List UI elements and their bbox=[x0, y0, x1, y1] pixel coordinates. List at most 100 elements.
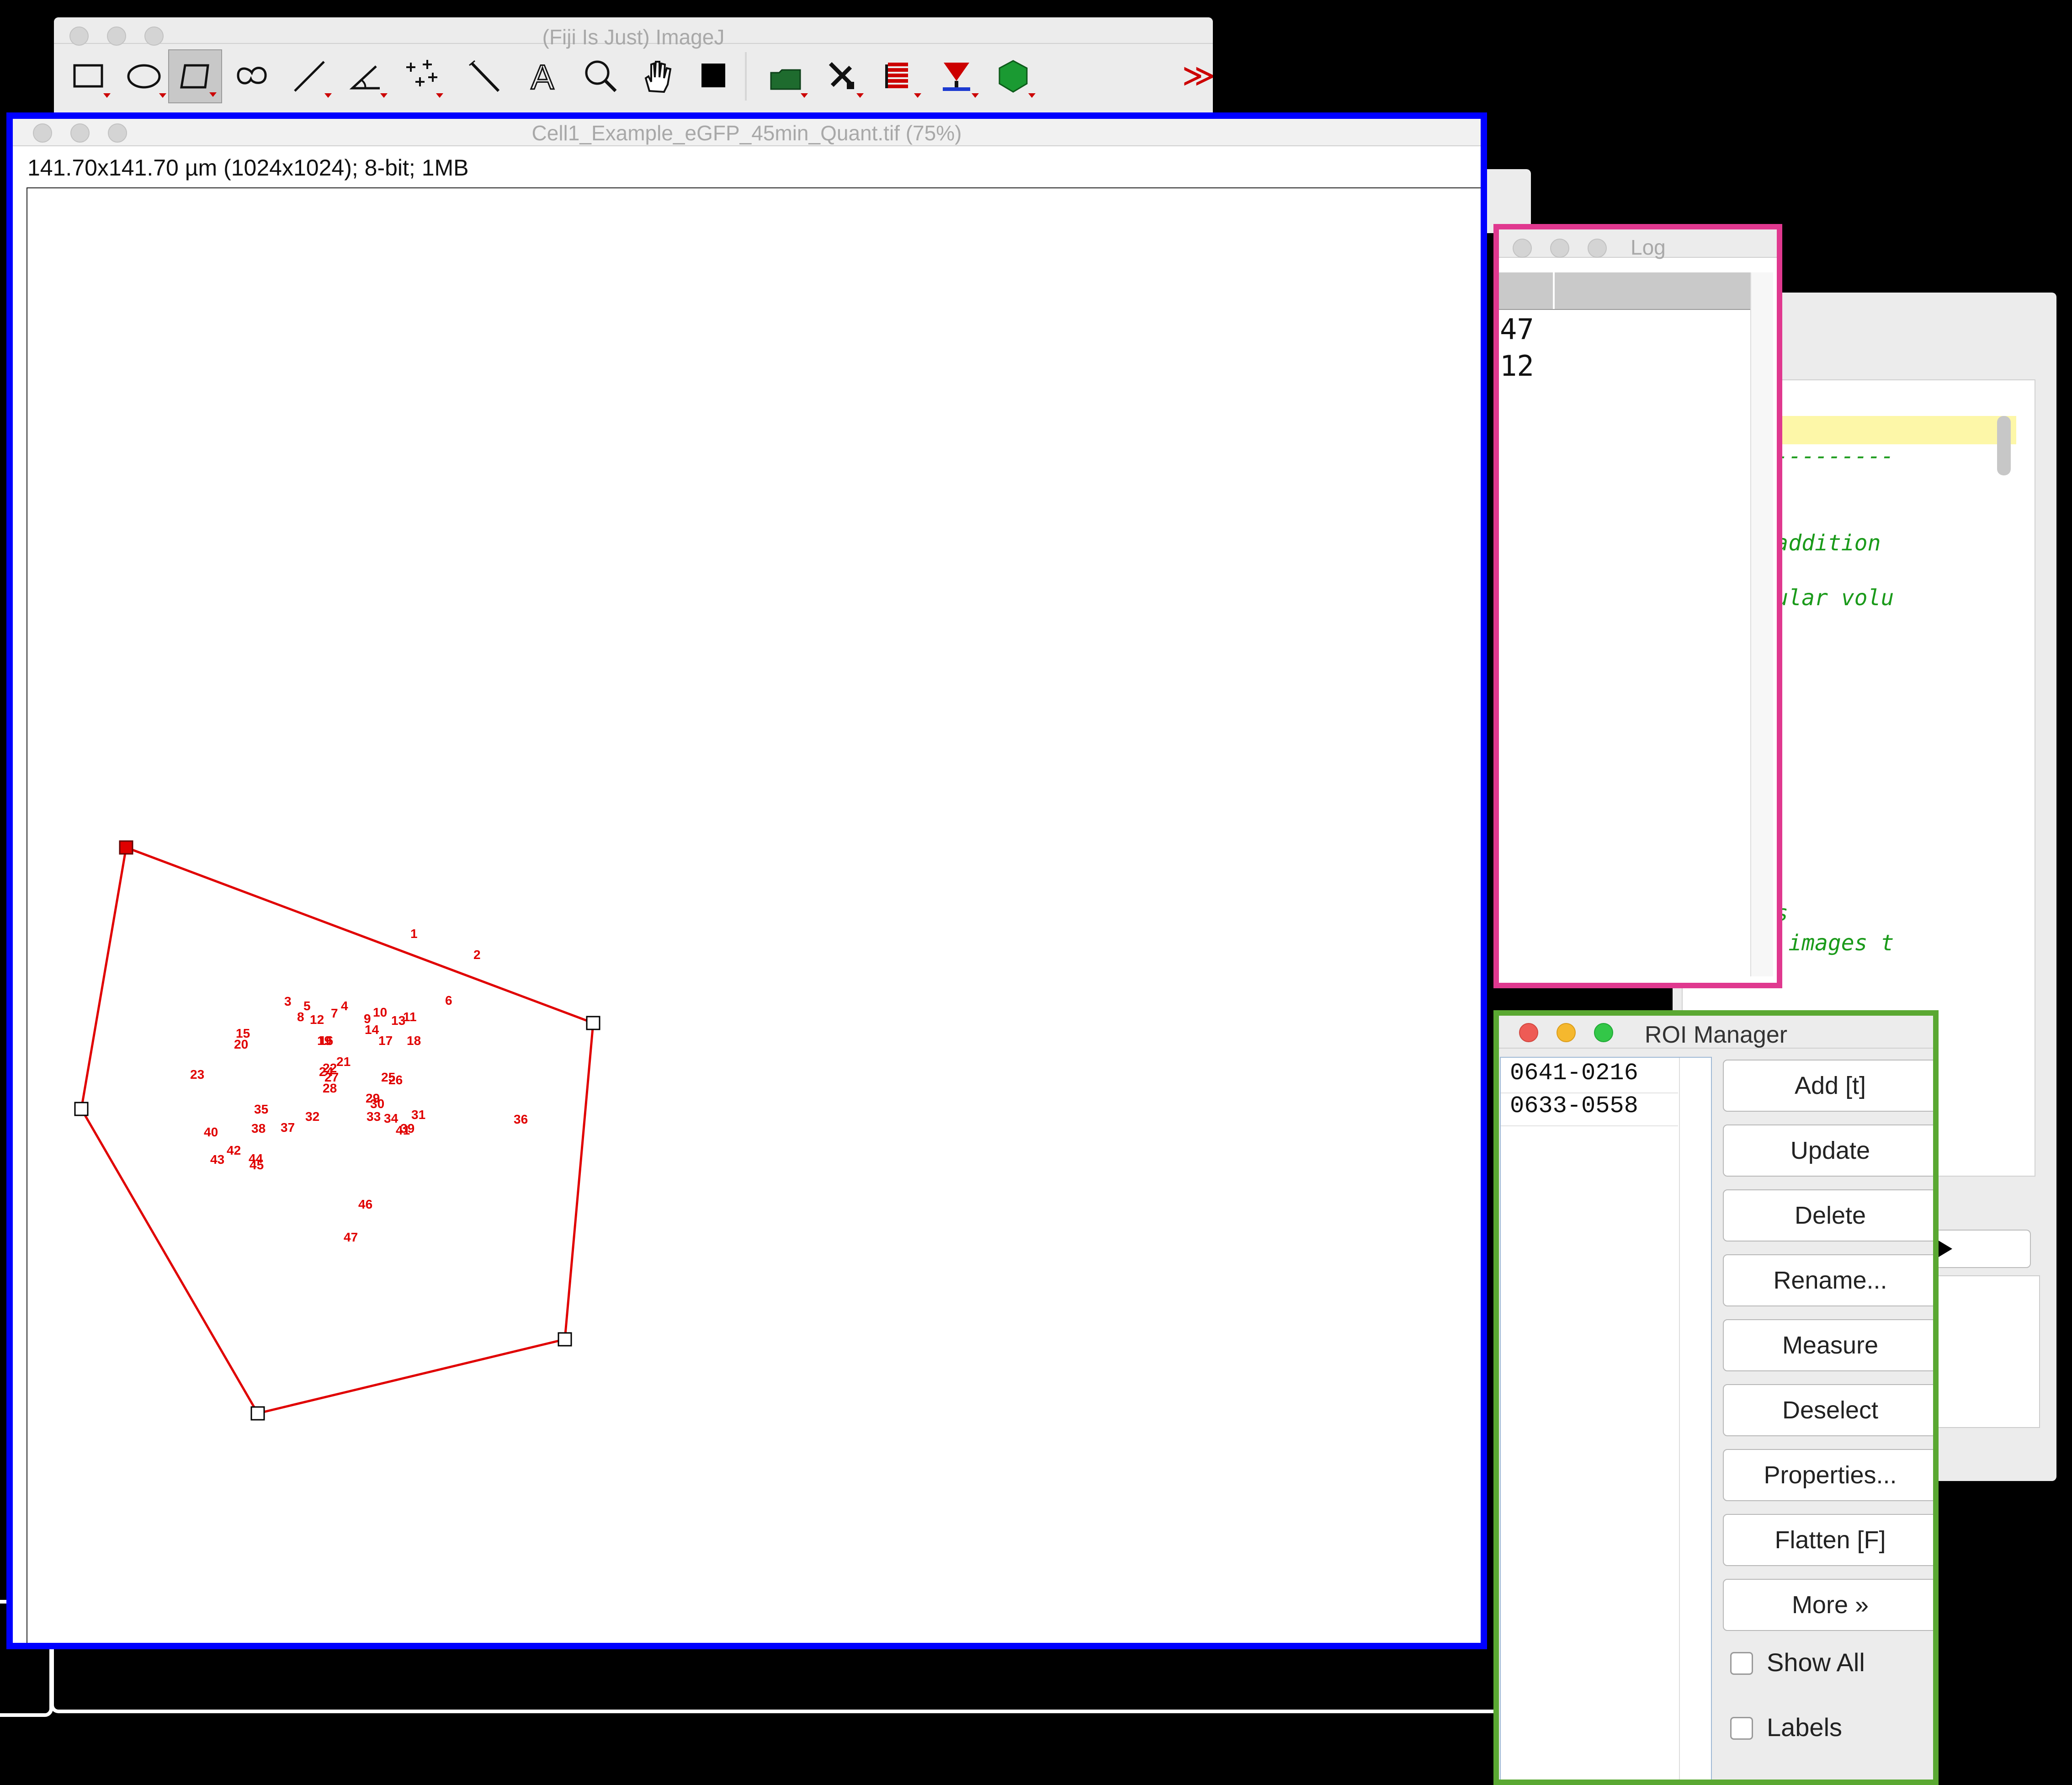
oval-tool-button[interactable] bbox=[117, 49, 171, 103]
wand-tool-button[interactable] bbox=[458, 49, 512, 103]
point-label: 30 bbox=[370, 1097, 384, 1111]
point-label: 35 bbox=[254, 1102, 268, 1116]
polygon-tool-button[interactable] bbox=[168, 49, 222, 103]
roi-handle[interactable] bbox=[586, 1016, 600, 1030]
rename-button[interactable]: Rename... bbox=[1723, 1254, 1933, 1306]
angle-tool-button[interactable] bbox=[338, 49, 392, 103]
hand-tool-icon bbox=[644, 61, 672, 93]
dropdown-arrow-icon bbox=[801, 93, 808, 98]
stack-tools-button[interactable] bbox=[872, 49, 926, 103]
dropdown-arrow-icon bbox=[1028, 93, 1036, 98]
text-tool-button[interactable]: A bbox=[515, 49, 569, 103]
point-label: 47 bbox=[344, 1230, 358, 1244]
close-button-inactive[interactable] bbox=[1513, 239, 1532, 258]
polygon-roi[interactable] bbox=[80, 846, 595, 1415]
developer-tools-button[interactable] bbox=[814, 49, 868, 103]
3d-viewer-button[interactable] bbox=[986, 49, 1040, 103]
image-window-titlebar: Cell1_Example_eGFP_45min_Quant.tif (75%) bbox=[13, 119, 1481, 146]
point-label: 33 bbox=[367, 1109, 381, 1124]
deselect-button[interactable]: Deselect bbox=[1723, 1384, 1933, 1436]
oval-tool-icon bbox=[127, 64, 161, 89]
roi-handle[interactable] bbox=[558, 1332, 572, 1347]
measure-button[interactable]: Measure bbox=[1723, 1319, 1933, 1371]
more-tools-icon: ≫ bbox=[1182, 57, 1213, 94]
image-canvas[interactable]: 1 2 3 4 5 6 7 8 9 10 11 12 13 14 15 16 17 18 19 20 21 22 23 24 2… bbox=[27, 187, 1487, 1649]
point-label: 13 bbox=[391, 1013, 405, 1028]
point-label: 21 bbox=[336, 1055, 351, 1069]
roi-overlay[interactable]: 123 45 678 9 10 1112 13141516 17 181920212223 24 2… bbox=[27, 188, 1487, 1649]
lut-tools-icon bbox=[943, 63, 970, 91]
add-button[interactable]: Add [t] bbox=[1723, 1060, 1933, 1112]
point-label: 2 bbox=[473, 948, 481, 962]
show-all-checkbox[interactable] bbox=[1730, 1652, 1753, 1675]
zoom-button-inactive[interactable] bbox=[1588, 239, 1607, 258]
point-labels-group: 123 45 678 9 10 1112 13141516 17 181920212223 24 2… bbox=[190, 927, 528, 1244]
more-tools-button[interactable]: ≫ bbox=[1172, 49, 1213, 103]
point-label: 41 bbox=[396, 1123, 410, 1137]
log-column-header bbox=[1499, 272, 1750, 310]
point-label: 6 bbox=[445, 993, 452, 1007]
roi-handle[interactable] bbox=[250, 1406, 265, 1421]
roi-list-item[interactable]: 0641-0216 bbox=[1510, 1060, 1638, 1087]
properties-button[interactable]: Properties... bbox=[1723, 1449, 1933, 1501]
editor-output-area bbox=[1929, 1275, 2040, 1428]
point-label: 37 bbox=[281, 1120, 295, 1135]
point-label: 36 bbox=[514, 1112, 528, 1126]
roi-handle[interactable] bbox=[119, 840, 133, 855]
log-titlebar: Log bbox=[1499, 229, 1777, 259]
roi-manager-title: ROI Manager bbox=[1644, 1022, 1788, 1048]
freehand-tool-button[interactable] bbox=[225, 49, 279, 103]
color-picker-button[interactable] bbox=[686, 49, 740, 103]
hand-tool-button[interactable] bbox=[631, 49, 685, 103]
dropdown-arrow-icon bbox=[209, 92, 217, 97]
editor-scrollbar[interactable] bbox=[1997, 416, 2011, 475]
magnifier-tool-icon bbox=[585, 60, 617, 92]
angle-tool-icon bbox=[349, 65, 380, 90]
point-label: 26 bbox=[388, 1073, 403, 1087]
svg-text:≫: ≫ bbox=[1182, 57, 1213, 94]
point-label: 12 bbox=[310, 1012, 324, 1027]
labels-checkbox[interactable] bbox=[1730, 1717, 1753, 1740]
rectangle-tool-button[interactable] bbox=[61, 49, 115, 103]
imagej-titlebar: (Fiji Is Just) ImageJ bbox=[54, 17, 1213, 49]
point-label: 38 bbox=[251, 1121, 266, 1135]
roi-list[interactable]: 0641-0216 0633-0558 bbox=[1500, 1057, 1712, 1780]
dropdown-arrow-icon bbox=[436, 93, 443, 98]
column-divider bbox=[1553, 272, 1555, 309]
line-tool-button[interactable] bbox=[282, 49, 336, 103]
update-button[interactable]: Update bbox=[1723, 1124, 1933, 1177]
point-label: 3 bbox=[284, 994, 292, 1008]
dropdown-arrow-icon bbox=[324, 93, 332, 98]
point-label: 1 bbox=[410, 927, 418, 941]
log-line: 12 bbox=[1500, 349, 1534, 383]
lut-tools-button[interactable] bbox=[930, 49, 983, 103]
developer-tools-icon bbox=[829, 62, 854, 89]
editor-run-button[interactable] bbox=[1929, 1230, 2031, 1268]
color-picker-icon bbox=[701, 64, 725, 87]
log-scrollbar-track[interactable] bbox=[1750, 272, 1773, 976]
roi-manager-window: ROI Manager 0641-0216 0633-0558 Add [t] … bbox=[1493, 1010, 1939, 1785]
open-folder-button[interactable] bbox=[759, 49, 813, 103]
flatten-button[interactable]: Flatten [F] bbox=[1723, 1514, 1933, 1566]
magnifier-tool-button[interactable] bbox=[573, 49, 627, 103]
point-label: 31 bbox=[411, 1108, 425, 1122]
line-tool-icon bbox=[294, 61, 325, 92]
delete-button[interactable]: Delete bbox=[1723, 1189, 1933, 1242]
dropdown-arrow-icon bbox=[972, 93, 979, 98]
multipoint-tool-button[interactable] bbox=[394, 49, 448, 103]
point-label: 40 bbox=[204, 1125, 218, 1139]
point-label: 7 bbox=[331, 1006, 338, 1020]
roi-list-item[interactable]: 0633-0558 bbox=[1510, 1092, 1638, 1119]
roi-handle[interactable] bbox=[74, 1102, 89, 1116]
more-button[interactable]: More » bbox=[1723, 1579, 1933, 1631]
log-line: 47 bbox=[1500, 313, 1534, 346]
point-label: 23 bbox=[190, 1067, 204, 1082]
stack-tools-icon bbox=[885, 63, 908, 88]
multipoint-tool-icon bbox=[406, 60, 437, 86]
rectangle-tool-icon bbox=[73, 64, 103, 88]
text-tool-icon: A bbox=[530, 58, 555, 96]
point-label: 17 bbox=[378, 1034, 393, 1048]
show-all-label: Show All bbox=[1767, 1648, 1865, 1677]
minimize-button-inactive[interactable] bbox=[1550, 239, 1569, 258]
point-label: 45 bbox=[250, 1158, 264, 1172]
